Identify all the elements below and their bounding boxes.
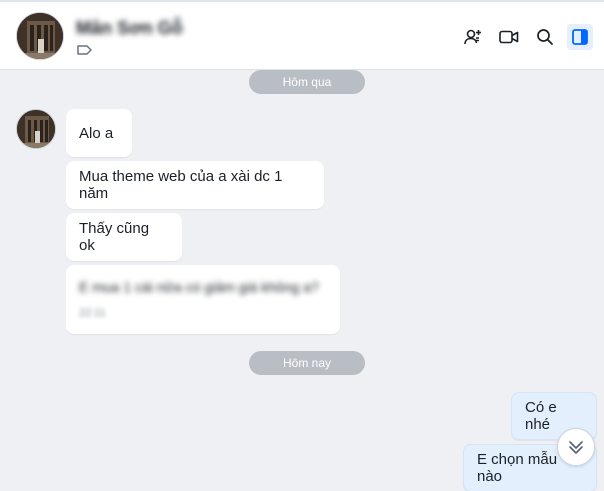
video-call-icon xyxy=(499,30,519,44)
date-separator-yesterday: Hôm qua xyxy=(249,70,365,94)
double-chevron-down-icon xyxy=(569,441,583,454)
label-tag-icon[interactable] xyxy=(76,43,94,57)
add-member-icon xyxy=(464,29,481,45)
message-list[interactable]: Hôm qua Alo a Mua theme web của a xài dc… xyxy=(0,70,604,491)
message-timestamp: 22:11 xyxy=(79,307,106,319)
date-separator-today: Hôm nay xyxy=(249,351,365,375)
sender-avatar[interactable] xyxy=(16,109,56,149)
contact-avatar[interactable] xyxy=(16,12,64,60)
incoming-message[interactable]: Mua theme web của a xài dc 1 năm xyxy=(66,161,324,209)
search-icon xyxy=(537,29,553,45)
message-text: Thấy cũng ok xyxy=(79,220,150,254)
message-text: Mua theme web của a xài dc 1 năm xyxy=(79,168,283,202)
conversation-header: Mân Sơn Gỗ xyxy=(0,2,604,70)
search-button[interactable] xyxy=(532,24,558,50)
video-call-button[interactable] xyxy=(496,24,522,50)
contact-name: Mân Sơn Gỗ xyxy=(76,18,183,38)
conversation-info-icon xyxy=(572,29,588,45)
message-text: E mua 1 cái nữa có giảm giá không a? xyxy=(79,279,319,295)
incoming-message[interactable]: Thấy cũng ok xyxy=(66,213,182,261)
incoming-message[interactable]: Alo a xyxy=(66,109,132,157)
incoming-message-blurred[interactable]: E mua 1 cái nữa có giảm giá không a? 22:… xyxy=(66,265,340,334)
message-text: Alo a xyxy=(79,124,114,142)
scroll-to-bottom-button[interactable] xyxy=(557,428,595,466)
conversation-info-button[interactable] xyxy=(567,24,593,50)
add-member-button[interactable] xyxy=(460,24,486,50)
